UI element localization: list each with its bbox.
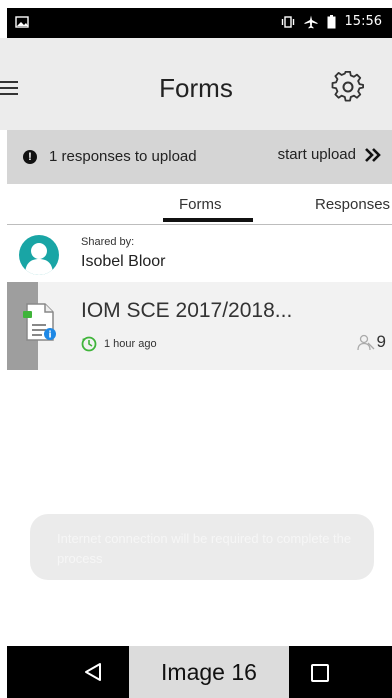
avatar [19, 235, 59, 275]
battery-icon [327, 14, 336, 28]
active-tab-indicator [163, 218, 253, 222]
start-upload-button[interactable]: start upload [278, 146, 382, 163]
alert-icon: ! [23, 149, 37, 164]
form-document-icon: i [23, 303, 56, 341]
shared-by-label: Shared by: [81, 236, 135, 248]
image-icon [15, 16, 29, 28]
upload-message: 1 responses to upload [49, 148, 197, 165]
double-chevron-right-icon [365, 147, 381, 162]
recent-apps-icon[interactable] [311, 664, 329, 682]
gear-icon[interactable] [331, 71, 365, 105]
tab-responses[interactable]: Responses [315, 196, 390, 213]
image-caption: Image 16 [129, 646, 289, 698]
clock-sync-icon [81, 336, 97, 352]
toast-message: Internet connection will be required to … [30, 514, 374, 580]
toast-text: Internet connection will be required to … [57, 531, 352, 566]
status-time: 15:56 [344, 14, 382, 29]
tab-forms[interactable]: Forms [179, 196, 222, 213]
users-icon [356, 334, 374, 351]
shared-by-name: Isobel Bloor [81, 253, 166, 270]
form-list-item[interactable]: i IOM SCE 2017/2018... 1 hour ago 9 [7, 282, 392, 370]
shared-by-row: Shared by: Isobel Bloor [7, 226, 392, 282]
form-time-ago: 1 hour ago [104, 338, 157, 350]
form-title: IOM SCE 2017/2018... [81, 299, 293, 322]
upload-banner: ! 1 responses to upload start upload [7, 130, 392, 184]
vibrate-icon [281, 15, 294, 28]
response-count: 9 [376, 332, 386, 351]
navigation-bar: Image 16 [7, 646, 392, 698]
back-icon[interactable] [83, 662, 103, 682]
start-upload-label: start upload [277, 146, 356, 163]
user-silhouette-icon [25, 243, 53, 275]
airplane-icon [304, 15, 318, 28]
svg-text:i: i [48, 331, 51, 341]
status-bar: 15:56 [7, 8, 392, 38]
tab-bar: Forms Responses [7, 184, 392, 225]
